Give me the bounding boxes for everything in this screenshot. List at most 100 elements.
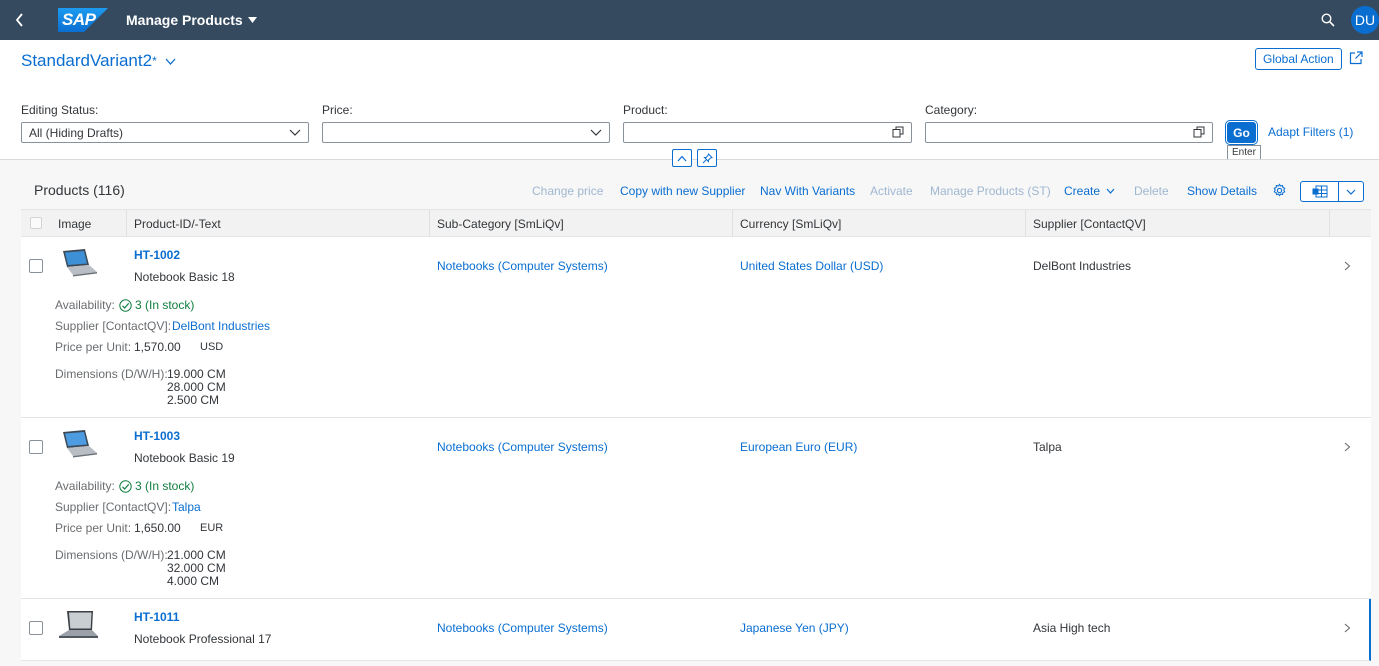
variant-name: StandardVariant2 — [21, 51, 153, 70]
price-value: 1,650.00 — [134, 521, 181, 535]
dimensions-label: Dimensions (D/W/H): — [55, 367, 168, 381]
notebook-image — [63, 430, 97, 458]
nav-with-variants-button[interactable]: Nav With Variants — [760, 184, 855, 198]
variant-management[interactable]: StandardVariant2 * — [21, 51, 176, 71]
table-settings-button[interactable] — [1272, 183, 1287, 201]
dimensions-label: Dimensions (D/W/H): — [55, 548, 168, 562]
column-separator — [1329, 210, 1330, 237]
price-unit: EUR — [200, 522, 224, 534]
chevron-down-icon — [1106, 188, 1115, 194]
collapse-header-button[interactable] — [672, 149, 692, 167]
editing-status-label: Editing Status: — [21, 103, 99, 117]
export-button[interactable] — [1301, 182, 1339, 201]
notebook-image — [63, 249, 97, 277]
column-header-product-id[interactable]: Product-ID/-Text — [134, 217, 221, 231]
share-icon — [1349, 51, 1363, 65]
column-header-currency[interactable]: Currency [SmLiQv] — [740, 217, 841, 231]
sap-logo[interactable]: SAP — [58, 8, 108, 32]
availability-status: 3 (In stock) — [119, 298, 194, 312]
row-checkbox[interactable] — [29, 440, 43, 454]
dimensions-values: 19.000 CM 28.000 CM 2.500 CM — [167, 368, 226, 407]
product-label: Product: — [623, 103, 668, 117]
price-value: 1,570.00 — [134, 340, 181, 354]
category-input[interactable] — [925, 122, 1213, 143]
chevron-right-icon[interactable] — [1344, 442, 1351, 452]
price-unit: USD — [200, 341, 224, 353]
product-name: Notebook Basic 18 — [134, 270, 235, 284]
price-per-unit-label: Price per Unit: — [55, 521, 132, 535]
availability-value: 3 (In stock) — [135, 479, 195, 493]
row-checkbox[interactable] — [29, 259, 43, 273]
table-row[interactable]: HT-1003 Notebook Basic 19 Notebooks (Com… — [21, 418, 1371, 599]
show-details-button[interactable]: Show Details — [1187, 184, 1257, 198]
back-button[interactable] — [0, 0, 40, 40]
export-split-button[interactable] — [1300, 181, 1364, 202]
subcategory-link[interactable]: Notebooks (Computer Systems) — [437, 259, 608, 273]
subcategory-link[interactable]: Notebooks (Computer Systems) — [437, 440, 608, 454]
copy-with-new-supplier-button[interactable]: Copy with new Supplier — [620, 184, 745, 198]
chevron-right-icon[interactable] — [1344, 261, 1351, 271]
editing-status-select[interactable]: All (Hiding Drafts) — [21, 122, 309, 143]
change-price-button[interactable]: Change price — [532, 184, 603, 198]
supplier-text: DelBont Industries — [1033, 259, 1132, 273]
create-menu-button[interactable]: Create — [1064, 184, 1115, 198]
user-avatar[interactable]: DU — [1351, 6, 1379, 34]
column-header-supplier[interactable]: Supplier [ContactQV] — [1033, 217, 1146, 231]
manage-products-button[interactable]: Manage Products (ST) — [930, 184, 1051, 198]
availability-value: 3 (In stock) — [135, 298, 195, 312]
column-separator — [732, 210, 733, 237]
share-button[interactable] — [1349, 51, 1363, 68]
supplier-label: Supplier [ContactQV]: — [55, 500, 172, 514]
gear-icon — [1273, 183, 1286, 197]
select-all-checkbox[interactable] — [30, 217, 42, 229]
adapt-filters-button[interactable]: Adapt Filters (1) — [1268, 125, 1353, 139]
price-label: Price: — [322, 103, 353, 117]
price-per-unit-label: Price per Unit: — [55, 340, 132, 354]
row-checkbox[interactable] — [29, 621, 43, 635]
app-title-menu[interactable]: Manage Products — [126, 12, 257, 28]
go-button[interactable]: Go — [1225, 120, 1258, 145]
delete-button[interactable]: Delete — [1134, 184, 1169, 198]
currency-link[interactable]: European Euro (EUR) — [740, 440, 857, 454]
variant-modified-marker: * — [152, 54, 157, 68]
subcategory-link[interactable]: Notebooks (Computer Systems) — [437, 621, 608, 635]
supplier-link[interactable]: DelBont Industries — [172, 319, 270, 333]
table-header: Image Product-ID/-Text Sub-Category [SmL… — [21, 209, 1371, 237]
availability-label: Availability: — [55, 479, 115, 493]
column-separator — [429, 210, 430, 237]
chevron-right-icon[interactable] — [1344, 623, 1351, 633]
search-button[interactable] — [1318, 10, 1338, 30]
global-action-button[interactable]: Global Action — [1255, 48, 1342, 70]
product-id[interactable]: HT-1011 — [134, 610, 179, 624]
pin-header-button[interactable] — [697, 149, 717, 167]
caret-down-icon — [247, 17, 257, 23]
create-label: Create — [1064, 184, 1101, 198]
pin-icon — [702, 152, 713, 163]
availability-label: Availability: — [55, 298, 115, 312]
chevron-down-icon — [1346, 189, 1356, 195]
price-select[interactable] — [322, 122, 610, 143]
supplier-text: Asia High tech — [1033, 621, 1111, 635]
column-header-subcategory[interactable]: Sub-Category [SmLiQv] — [437, 217, 564, 231]
activate-button[interactable]: Activate — [870, 184, 913, 198]
export-menu-button[interactable] — [1339, 182, 1363, 201]
currency-link[interactable]: Japanese Yen (JPY) — [740, 621, 849, 635]
check-circle-icon — [119, 298, 132, 312]
value-help-icon[interactable] — [892, 126, 904, 138]
product-id[interactable]: HT-1002 — [134, 248, 180, 262]
value-help-icon[interactable] — [1193, 126, 1205, 138]
table-row[interactable]: HT-1011 Notebook Professional 17 Noteboo… — [21, 599, 1371, 661]
currency-link[interactable]: United States Dollar (USD) — [740, 259, 883, 273]
supplier-link[interactable]: Talpa — [172, 500, 201, 514]
chevron-down-icon — [289, 129, 301, 136]
product-input[interactable] — [623, 122, 912, 143]
shell-bar: SAP Manage Products DU — [0, 0, 1379, 40]
column-separator — [126, 210, 127, 237]
check-circle-icon — [119, 479, 132, 493]
product-id[interactable]: HT-1003 — [134, 429, 180, 443]
chevron-up-icon — [677, 155, 687, 161]
table-row[interactable]: HT-1002 Notebook Basic 18 Notebooks (Com… — [21, 237, 1371, 418]
supplier-label: Supplier [ContactQV]: — [55, 319, 172, 333]
availability-status: 3 (In stock) — [119, 479, 194, 493]
column-header-image[interactable]: Image — [58, 217, 91, 231]
